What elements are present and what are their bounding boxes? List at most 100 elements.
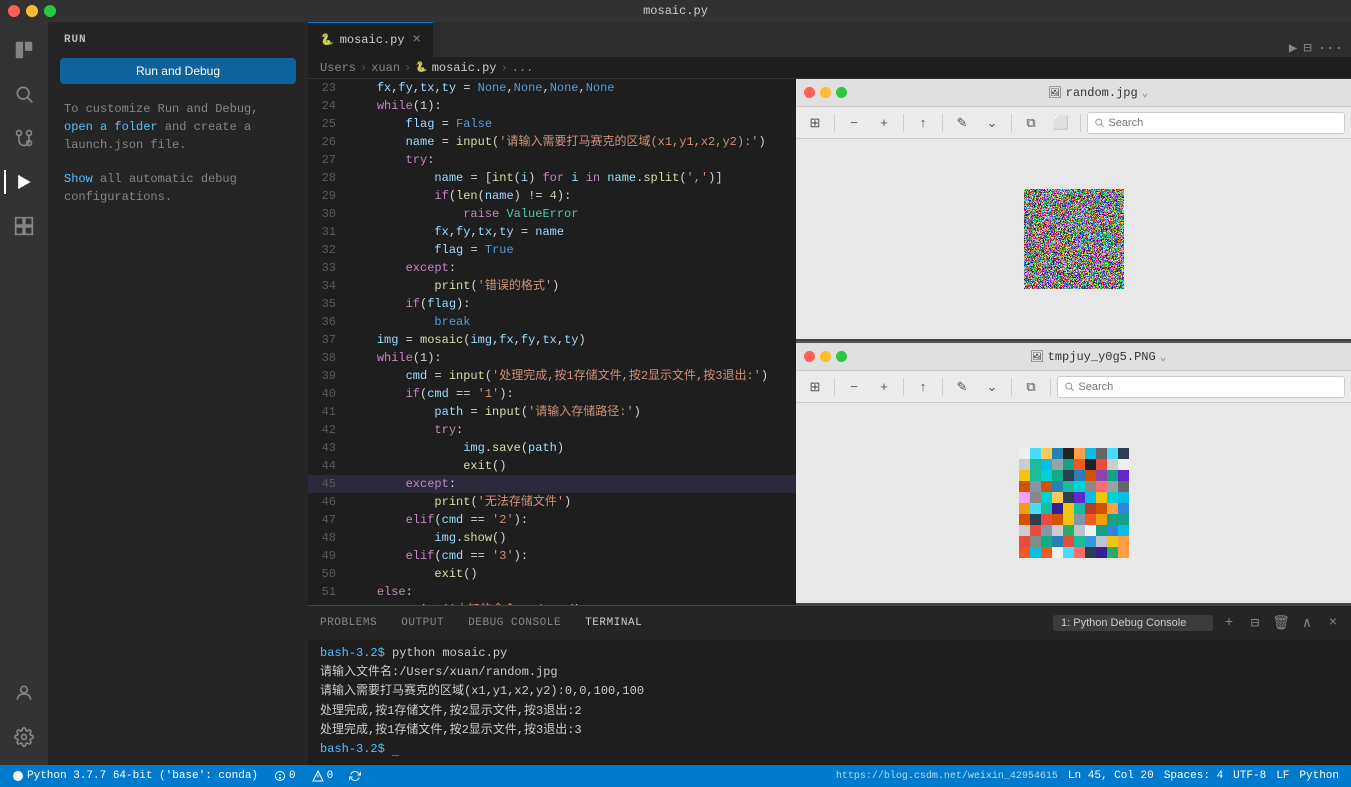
iv-maximize-bottom[interactable]	[836, 351, 847, 362]
code-line-41: 41 path = input('请输入存储路径:')	[308, 403, 796, 421]
status-warnings[interactable]: 0	[308, 770, 338, 782]
new-terminal-button[interactable]: +	[1219, 613, 1239, 633]
edit-dropdown-button[interactable]: ⌄	[979, 112, 1005, 134]
activity-account[interactable]	[4, 673, 44, 713]
tab-output[interactable]: OUTPUT	[389, 606, 456, 641]
iv-close[interactable]	[804, 87, 815, 98]
code-line-29: 29 if(len(name) != 4):	[308, 187, 796, 205]
code-line-32: 32 flag = True	[308, 241, 796, 259]
tab-terminal[interactable]: TERMINAL	[573, 606, 654, 641]
iv-minimize-bottom[interactable]	[820, 351, 831, 362]
code-line-33: 33 except:	[308, 259, 796, 277]
terminal-controls: 1: Python Debug Console + ⊟ 🗑 ∧ ×	[1053, 613, 1351, 633]
share-button-bottom[interactable]: ↑	[910, 376, 936, 398]
show-configs-link[interactable]: Show	[64, 172, 93, 186]
activity-extensions[interactable]	[4, 206, 44, 246]
close-terminal-button[interactable]: ×	[1323, 613, 1343, 633]
search-icon-top	[1094, 117, 1104, 128]
session-select[interactable]: 1: Python Debug Console	[1053, 615, 1213, 631]
tab-close-button[interactable]: ×	[413, 32, 421, 48]
tab-debug-console[interactable]: DEBUG CONSOLE	[456, 606, 573, 641]
status-sync-icon[interactable]	[345, 770, 365, 782]
image-search-bottom[interactable]	[1057, 376, 1345, 398]
warning-count: 0	[327, 770, 334, 782]
zoom-in-button-bottom[interactable]: +	[871, 376, 897, 398]
status-line-ending[interactable]: LF	[1272, 770, 1293, 782]
maximize-terminal-button[interactable]: ∧	[1297, 613, 1317, 633]
code-line-31: 31 fx,fy,tx,ty = name	[308, 223, 796, 241]
image-title-chevron[interactable]: ⌄	[1142, 86, 1149, 100]
fit-button[interactable]: ⊞	[802, 112, 828, 134]
activity-explorer[interactable]	[4, 30, 44, 70]
search-input-top[interactable]	[1108, 117, 1338, 129]
search-input-bottom[interactable]	[1078, 381, 1338, 393]
status-errors[interactable]: 0	[270, 770, 300, 782]
run-debug-button[interactable]: Run and Debug	[60, 58, 296, 84]
copy-button-bottom[interactable]: ⧉	[1018, 376, 1044, 398]
status-encoding[interactable]: UTF-8	[1229, 770, 1270, 782]
image-viewer-top-bar: 🖼 random.jpg ⌄	[796, 79, 1351, 107]
code-line-34: 34 print('错误的格式')	[308, 277, 796, 295]
zoom-out-button[interactable]: −	[841, 112, 867, 134]
maximize-button[interactable]	[44, 5, 56, 17]
status-spaces[interactable]: Spaces: 4	[1160, 770, 1227, 782]
code-line-46: 46 print('无法存储文件')	[308, 493, 796, 511]
toolbar-sep-b2	[903, 378, 904, 396]
iv-minimize[interactable]	[820, 87, 831, 98]
iv-maximize[interactable]	[836, 87, 847, 98]
image-toolbar-top: ⊞ − + ↑ ✎ ⌄ ⧉ ⬜	[796, 107, 1351, 139]
image-title-chevron-bottom[interactable]: ⌄	[1160, 350, 1167, 364]
terminal-line-4: 处理完成,按1存储文件,按2显示文件,按3退出:2	[320, 702, 1339, 721]
code-line-24: 24 while(1):	[308, 97, 796, 115]
toolbar-sep-4	[1011, 114, 1012, 132]
sidebar-description: To customize Run and Debug, open a folde…	[48, 92, 308, 162]
status-language[interactable]: Python	[1295, 770, 1343, 782]
edit-dropdown-bottom[interactable]: ⌄	[979, 376, 1005, 398]
tab-label: mosaic.py	[340, 33, 405, 47]
iv-close-bottom[interactable]	[804, 351, 815, 362]
code-line-28: 28 name = [int(i) for i in name.split(',…	[308, 169, 796, 187]
sync-icon	[349, 770, 361, 782]
copy-button[interactable]: ⧉	[1018, 112, 1044, 134]
activity-bar	[0, 22, 48, 765]
activity-source-control[interactable]	[4, 118, 44, 158]
zoom-in-button[interactable]: +	[871, 112, 897, 134]
split-editor-icon[interactable]: ⊟	[1303, 40, 1311, 57]
open-folder-link[interactable]: open a folder	[64, 120, 158, 134]
zoom-out-button-bottom[interactable]: −	[841, 376, 867, 398]
code-line-38: 38 while(1):	[308, 349, 796, 367]
terminal-content[interactable]: bash-3.2$ python mosaic.py 请输入文件名:/Users…	[308, 640, 1351, 765]
more-actions-icon[interactable]: ···	[1318, 41, 1343, 57]
minimize-button[interactable]	[26, 5, 38, 17]
status-ln-col[interactable]: Ln 45, Col 20	[1064, 770, 1158, 782]
session-selector: 1: Python Debug Console	[1053, 615, 1213, 631]
image-search-top[interactable]	[1087, 112, 1345, 134]
share-button[interactable]: ↑	[910, 112, 936, 134]
code-line-45: 45 except:	[308, 475, 796, 493]
window-title: mosaic.py	[643, 4, 708, 18]
breadcrumb-filename: mosaic.py	[432, 61, 497, 75]
close-button[interactable]	[8, 5, 20, 17]
run-icon[interactable]: ▶	[1289, 40, 1297, 57]
terminal-line-2: 请输入文件名:/Users/xuan/random.jpg	[320, 663, 1339, 682]
code-editor[interactable]: 23 fx,fy,tx,ty = None,None,None,None 24 …	[308, 79, 796, 605]
edit-button[interactable]: ✎	[949, 112, 975, 134]
tab-problems[interactable]: PROBLEMS	[308, 606, 389, 641]
kill-terminal-button[interactable]: 🗑	[1271, 613, 1291, 633]
activity-search[interactable]	[4, 74, 44, 114]
editor-area: 🐍 mosaic.py × ▶ ⊟ ··· Users › xuan › 🐍 m…	[308, 22, 1351, 765]
tab-mosaic-py[interactable]: 🐍 mosaic.py ×	[308, 22, 433, 57]
toolbar-sep-1	[834, 114, 835, 132]
fit-button-bottom[interactable]: ⊞	[802, 376, 828, 398]
edit-button-bottom[interactable]: ✎	[949, 376, 975, 398]
terminal-line-3: 请输入需要打马赛克的区域(x1,y1,x2,y2):0,0,100,100	[320, 682, 1339, 701]
more-button[interactable]: ⬜	[1048, 112, 1074, 134]
activity-settings[interactable]	[4, 717, 44, 757]
code-line-49: 49 elif(cmd == '3'):	[308, 547, 796, 565]
split-terminal-button[interactable]: ⊟	[1245, 613, 1265, 633]
image-title-text: random.jpg	[1066, 86, 1138, 100]
status-python-version[interactable]: Python 3.7.7 64-bit ('base': conda)	[8, 770, 262, 782]
code-line-25: 25 flag = False	[308, 115, 796, 133]
activity-run-debug[interactable]	[4, 162, 44, 202]
main-layout: RUN Run and Debug To customize Run and D…	[0, 22, 1351, 765]
